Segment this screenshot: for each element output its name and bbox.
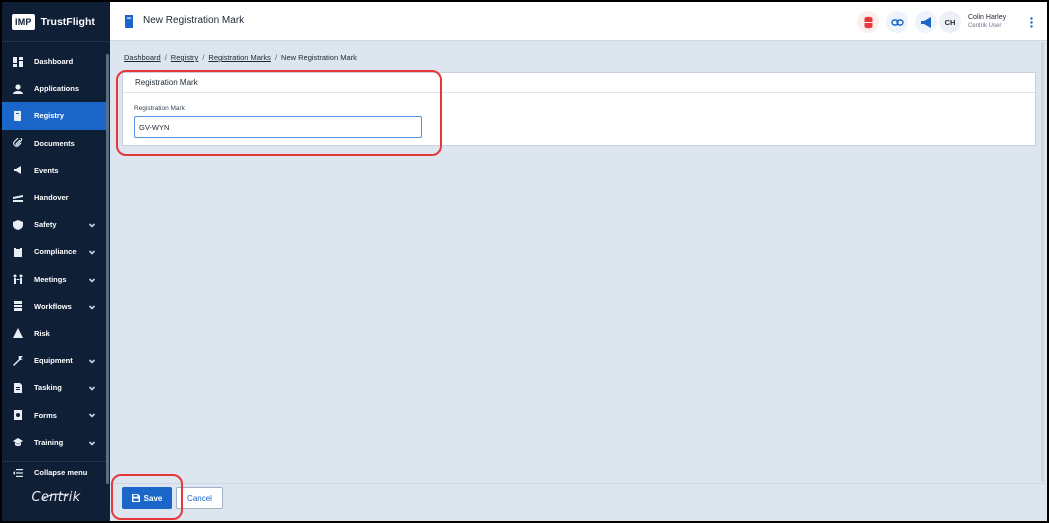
person-icon xyxy=(12,83,23,94)
paperclip-icon xyxy=(12,138,23,149)
sidebar-item-events[interactable]: Events xyxy=(2,157,106,184)
sidebar-item-label: Training xyxy=(34,437,64,447)
megaphone-icon xyxy=(12,165,23,176)
sidebar-item-compliance[interactable]: Compliance xyxy=(2,238,106,265)
chevron-down-icon[interactable] xyxy=(88,275,96,283)
sidebar-item-label: Events xyxy=(34,165,59,175)
sidebar-item-safety[interactable]: Safety xyxy=(2,211,106,238)
sidebar-item-workflows[interactable]: Workflows xyxy=(2,293,106,320)
breadcrumb-link-registry[interactable]: Registry xyxy=(171,53,199,62)
kebab-menu-icon[interactable] xyxy=(1025,15,1037,29)
workflow-icon xyxy=(12,301,23,312)
sidebar-item-applications[interactable]: Applications xyxy=(2,75,106,102)
page-title: New Registration Mark xyxy=(143,15,245,26)
chevron-down-icon[interactable] xyxy=(88,302,96,310)
registration-mark-input[interactable] xyxy=(134,116,422,138)
top-header: New Registration Mark CH Colin Harley Ce… xyxy=(110,2,1047,41)
breadcrumb-link-dashboard[interactable]: Dashboard xyxy=(124,53,161,62)
sidebar-item-label: Registry xyxy=(34,111,65,121)
brand-badge: IMP xyxy=(12,13,35,30)
save-button[interactable]: Save xyxy=(122,487,172,509)
sidebar-item-risk[interactable]: Risk xyxy=(2,320,106,347)
clipboard-icon xyxy=(12,246,23,257)
brand-logo[interactable]: IMP TrustFlight xyxy=(2,2,110,42)
announcements-button[interactable] xyxy=(915,11,937,33)
sidebar-item-label: Equipment xyxy=(34,356,73,366)
sidebar: IMP TrustFlight Dashboard Applications R… xyxy=(2,2,110,521)
avatar: CH xyxy=(939,11,961,33)
user-menu[interactable]: CH Colin Harley Centrik User xyxy=(939,9,1043,35)
link-button[interactable] xyxy=(886,11,908,33)
graduation-cap-icon xyxy=(12,437,23,448)
sidebar-item-registry[interactable]: Registry xyxy=(2,102,106,130)
link-icon xyxy=(890,18,904,26)
sidebar-item-label: Dashboard xyxy=(34,57,74,67)
form-icon xyxy=(12,410,23,421)
sidebar-nav: Dashboard Applications Registry Document… xyxy=(2,48,106,456)
dashboard-icon xyxy=(12,56,23,67)
sidebar-item-documents[interactable]: Documents xyxy=(2,130,106,157)
sidebar-item-label: Risk xyxy=(34,328,50,338)
centrik-logo: Centrik xyxy=(31,490,81,505)
chevron-down-icon[interactable] xyxy=(88,247,96,255)
chevron-down-icon[interactable] xyxy=(88,356,96,364)
book-icon xyxy=(125,15,133,28)
sidebar-item-label: Safety xyxy=(34,220,57,230)
user-role: Centrik User xyxy=(968,23,1002,29)
user-name: Colin Harley xyxy=(968,14,1007,21)
chevron-down-icon[interactable] xyxy=(88,383,96,391)
chevron-down-icon[interactable] xyxy=(88,410,96,419)
chevron-down-icon[interactable] xyxy=(88,438,96,446)
collapse-menu-button[interactable]: Collapse menu xyxy=(2,461,106,483)
sidebar-item-label: Forms xyxy=(34,410,57,420)
sidebar-item-forms[interactable]: Forms xyxy=(2,401,106,428)
section-title: Registration Mark xyxy=(123,73,1035,93)
app-window: IMP TrustFlight Dashboard Applications R… xyxy=(2,2,1047,521)
sidebar-item-handover[interactable]: Handover xyxy=(2,184,106,211)
sidebar-item-equipment[interactable]: Equipment xyxy=(2,347,106,374)
sidebar-item-label: Documents xyxy=(34,138,75,148)
chevron-down-icon[interactable] xyxy=(88,220,96,228)
sidebar-item-label: Applications xyxy=(34,84,80,94)
database-icon xyxy=(864,16,872,28)
save-button-label: Save xyxy=(143,493,163,503)
brand-name: TrustFlight xyxy=(40,15,95,28)
cancel-button[interactable]: Cancel xyxy=(176,487,223,509)
meeting-icon xyxy=(12,274,23,285)
book-icon xyxy=(12,110,23,121)
sidebar-item-label: Tasking xyxy=(34,383,62,393)
sidebar-item-meetings[interactable]: Meetings xyxy=(2,266,106,293)
sidebar-item-label: Compliance xyxy=(34,247,77,257)
warning-icon xyxy=(12,328,23,339)
shield-icon xyxy=(12,219,23,230)
handover-icon xyxy=(12,192,23,203)
save-icon xyxy=(131,494,140,502)
database-button[interactable] xyxy=(857,11,879,33)
sidebar-item-label: Meetings xyxy=(34,274,67,284)
collapse-menu-icon xyxy=(12,467,23,478)
megaphone-icon xyxy=(920,16,931,28)
sidebar-item-tasking[interactable]: Tasking xyxy=(2,374,106,401)
main-scrollbar[interactable] xyxy=(1041,42,1044,482)
registration-mark-card: Registration Mark Registration Mark xyxy=(122,72,1036,146)
footer-divider xyxy=(110,483,1047,484)
sidebar-item-training[interactable]: Training xyxy=(2,429,106,456)
registration-mark-label: Registration Mark xyxy=(134,105,185,112)
sidebar-item-dashboard[interactable]: Dashboard xyxy=(2,48,106,75)
sidebar-item-label: Workflows xyxy=(34,301,72,311)
sidebar-item-label: Handover xyxy=(34,193,69,203)
task-icon xyxy=(12,382,23,393)
breadcrumb-link-registration-marks[interactable]: Registration Marks xyxy=(208,53,271,62)
breadcrumb-current: New Registration Mark xyxy=(281,53,357,62)
collapse-menu-label: Collapse menu xyxy=(34,468,88,477)
wrench-icon xyxy=(12,355,23,366)
sidebar-scrollbar[interactable] xyxy=(106,54,109,484)
breadcrumb: Dashboard / Registry / Registration Marks / Ne… xyxy=(124,53,357,62)
